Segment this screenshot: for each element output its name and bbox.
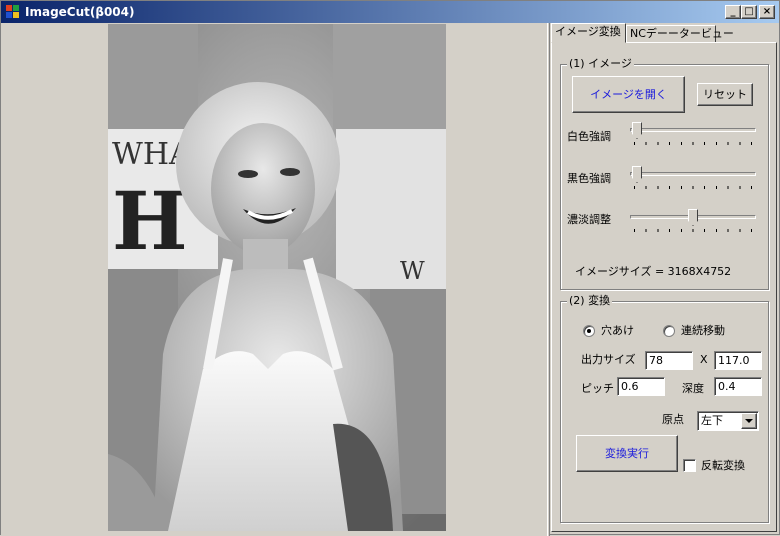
photo-sign-letter: H	[112, 174, 188, 268]
slider-thumb[interactable]	[688, 209, 698, 226]
invert-convert-label[interactable]: 反転変換	[701, 459, 745, 473]
depth-field[interactable]: 0.4	[714, 377, 762, 396]
chevron-down-icon[interactable]	[741, 413, 757, 429]
panel-splitter[interactable]	[547, 23, 550, 536]
white-emphasis-slider[interactable]	[630, 122, 756, 146]
open-image-button[interactable]: イメージを開く	[572, 76, 685, 113]
pitch-field[interactable]: 0.6	[617, 377, 665, 396]
depth-label: 深度	[682, 382, 704, 395]
execute-convert-button[interactable]: 変換実行	[576, 435, 678, 472]
mode-hole-label[interactable]: 穴あけ	[601, 324, 634, 338]
convert-groupbox: (2) 変換 穴あけ 連続移動 出力サイズ 78 X 117.0 ピッチ 0.6…	[560, 294, 769, 523]
times-sign: X	[700, 353, 708, 366]
output-width-field[interactable]: 78	[645, 351, 693, 370]
image-groupbox: (1) イメージ イメージを開く リセット 白色強調 黒色強調 濃淡調整 イメー…	[560, 57, 769, 290]
black-emphasis-slider[interactable]	[630, 166, 756, 190]
tab-image-convert[interactable]: イメージ変換	[551, 23, 626, 43]
origin-select[interactable]: 左下	[697, 411, 759, 431]
slider-thumb[interactable]	[632, 122, 642, 139]
maximize-button[interactable]: □	[741, 5, 757, 19]
origin-select-value: 左下	[701, 414, 723, 427]
contrast-adjust-slider[interactable]	[630, 209, 756, 233]
close-button[interactable]: ×	[759, 5, 775, 19]
invert-convert-checkbox[interactable]	[683, 459, 696, 472]
tab-nc-data-view[interactable]: NCデーータービュー	[626, 25, 734, 43]
slider-thumb[interactable]	[632, 166, 642, 183]
contrast-adjust-label: 濃淡調整	[567, 213, 611, 226]
app-icon	[5, 4, 21, 20]
app-window: ImageCut(β004) _ □ × WHA H W イメージ変換 NCデー…	[0, 0, 780, 536]
image-size-info: イメージサイズ = 3168X4752	[575, 265, 732, 278]
convert-group-title: (2) 変換	[567, 294, 613, 308]
origin-label: 原点	[662, 413, 684, 426]
pitch-label: ピッチ	[581, 382, 614, 395]
reset-button[interactable]: リセット	[697, 83, 753, 106]
mode-continuous-radio[interactable]	[663, 325, 675, 337]
minimize-button[interactable]: _	[725, 5, 741, 19]
output-height-field[interactable]: 117.0	[714, 351, 762, 370]
image-convert-panel: (1) イメージ イメージを開く リセット 白色強調 黒色強調 濃淡調整 イメー…	[551, 42, 777, 532]
image-group-title: (1) イメージ	[567, 57, 634, 71]
image-preview-area: WHA H W	[1, 23, 547, 536]
photo-image: WHA H W	[108, 24, 446, 531]
window-title: ImageCut(β004)	[25, 5, 135, 19]
white-emphasis-label: 白色強調	[567, 130, 611, 143]
output-size-label: 出力サイズ	[581, 353, 636, 366]
black-emphasis-label: 黒色強調	[567, 172, 611, 185]
mode-continuous-label[interactable]: 連続移動	[681, 324, 725, 338]
title-bar[interactable]: ImageCut(β004) _ □ ×	[1, 1, 779, 23]
photo-sign-letter-right: W	[400, 257, 425, 285]
mode-hole-radio[interactable]	[583, 325, 595, 337]
